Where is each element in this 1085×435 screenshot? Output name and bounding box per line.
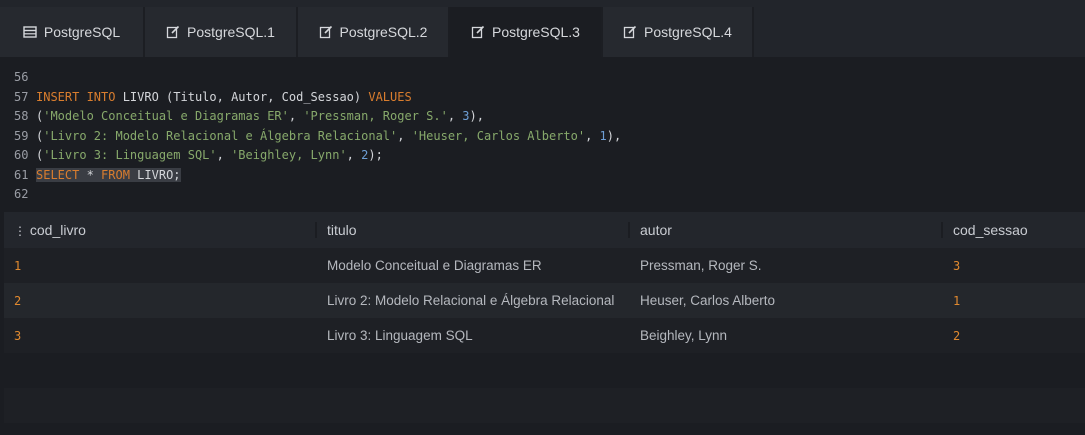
code-token-num: 3 <box>462 109 470 123</box>
cell-titulo: Livro 2: Modelo Relacional e Álgebra Rel… <box>327 293 615 308</box>
code-token-kw: FROM <box>101 167 130 182</box>
code-token-str: 'Modelo Conceitual e Diagramas ER' <box>43 109 289 123</box>
code-token-plain: , <box>397 128 412 143</box>
code-line-57[interactable]: 57 INSERT INTO LIVRO (Titulo, Autor, Cod_… <box>14 88 412 107</box>
cell-autor: Pressman, Roger S. <box>640 258 762 273</box>
tab-label: PostgreSQL.2 <box>339 24 428 40</box>
table-row[interactable]: 2 Livro 2: Modelo Relacional e Álgebra R… <box>4 283 1085 318</box>
tab-postgresql-4[interactable]: PostgreSQL.4 <box>603 7 754 57</box>
cell-autor: Heuser, Carlos Alberto <box>640 293 776 308</box>
cell-titulo: Modelo Conceitual e Diagramas ER <box>327 258 542 273</box>
code-token-plain: , <box>447 109 463 123</box>
tab-postgresql-1[interactable]: PostgreSQL.1 <box>145 7 298 57</box>
code-text: INSERT INTO LIVRO (Titulo, Autor, Cod_Se… <box>36 90 412 104</box>
code-line-61[interactable]: 61 SELECT * FROM LIVRO; <box>14 166 181 185</box>
code-token-kw: SELECT <box>36 167 80 182</box>
line-number: 62 <box>14 187 29 200</box>
tab-bar: PostgreSQL PostgreSQL.1 PostgreSQL.2 Pos… <box>0 0 1085 58</box>
column-header-autor[interactable]: autor <box>630 222 943 238</box>
results-grid: ⋮ cod_livro titulo autor cod_sessao 1 Mo… <box>4 212 1085 353</box>
line-number: 57 <box>14 89 29 104</box>
cell-cod-sessao: 1 <box>953 293 961 308</box>
edit-icon <box>471 25 485 39</box>
cell-cod-livro: 2 <box>14 293 22 308</box>
code-token-plain: LIVRO; <box>129 167 181 182</box>
code-token-plain: , <box>346 148 362 162</box>
code-token-kw: VALUES <box>368 89 412 104</box>
code-token-plain: , <box>216 148 232 162</box>
code-token-str: 'Livro 3: Linguagem SQL' <box>43 148 217 162</box>
code-line-59[interactable]: 59 ('Livro 2: Modelo Relacional e Álgebra… <box>14 127 621 146</box>
sql-editor[interactable]: 56 57 INSERT INTO LIVRO (Titulo, Autor, Co… <box>0 58 1085 200</box>
code-token-plain: * <box>79 167 102 182</box>
line-number: 59 <box>14 128 29 143</box>
code-text: ('Livro 3: Linguagem SQL', 'Beighley, Ly… <box>36 148 383 162</box>
empty-results-area <box>4 388 1085 423</box>
code-token-plain: ); <box>368 148 383 162</box>
column-header-titulo[interactable]: titulo <box>317 222 630 238</box>
cell-cod-livro: 3 <box>14 328 22 343</box>
cell-cod-livro: 1 <box>14 258 22 273</box>
code-token-plain: ), <box>469 109 484 123</box>
code-line-60[interactable]: 60 ('Livro 3: Linguagem SQL', 'Beighley, … <box>14 146 383 165</box>
tab-label: PostgreSQL.4 <box>644 24 732 40</box>
code-token-str: 'Pressman, Roger S.' <box>303 109 448 123</box>
code-text: ('Livro 2: Modelo Relacional e Álgebra R… <box>36 129 621 143</box>
code-token-plain: LIVRO (Titulo, Autor, Cod_Sessao) <box>115 89 369 104</box>
cell-titulo: Livro 3: Linguagem SQL <box>327 328 473 343</box>
line-number: 56 <box>14 70 29 84</box>
edit-icon <box>166 25 180 39</box>
code-line-62[interactable]: 62 <box>14 185 36 200</box>
line-number: 58 <box>14 109 29 123</box>
tab-label: PostgreSQL.1 <box>187 24 275 40</box>
cell-cod-sessao: 2 <box>953 328 961 343</box>
code-text: SELECT * FROM LIVRO; <box>36 167 181 182</box>
sort-icon[interactable]: ⋮ <box>14 224 26 238</box>
code-line-58[interactable]: 58 ('Modelo Conceitual e Diagramas ER', '… <box>14 107 484 126</box>
code-token-str: 'Livro 2: Modelo Relacional e Álgebra Re… <box>43 128 398 143</box>
code-token-str: 'Beighley, Lynn' <box>231 148 347 162</box>
code-token-plain: , <box>288 109 304 123</box>
tab-bar-filler <box>754 0 1085 57</box>
table-row[interactable]: 1 Modelo Conceitual e Diagramas ER Press… <box>4 248 1085 283</box>
cell-autor: Beighley, Lynn <box>640 328 728 343</box>
tab-label: PostgreSQL <box>43 24 121 40</box>
tab-postgresql[interactable]: PostgreSQL <box>0 7 145 57</box>
tab-postgresql-2[interactable]: PostgreSQL.2 <box>298 7 450 57</box>
code-token-num: 1 <box>599 128 607 143</box>
tab-label: PostgreSQL.3 <box>492 24 580 40</box>
cell-cod-sessao: 3 <box>953 258 961 273</box>
code-token-str: 'Heuser, Carlos Alberto' <box>411 128 586 143</box>
code-text: ('Modelo Conceitual e Diagramas ER', 'Pr… <box>36 109 484 123</box>
code-token-plain: , <box>585 128 600 143</box>
column-header-cod-livro[interactable]: ⋮ cod_livro <box>4 222 317 238</box>
code-token-plain: ), <box>606 128 622 143</box>
edit-icon <box>623 25 637 39</box>
table-row[interactable]: 3 Livro 3: Linguagem SQL Beighley, Lynn … <box>4 318 1085 353</box>
results-header: ⋮ cod_livro titulo autor cod_sessao <box>4 212 1085 248</box>
line-number: 60 <box>14 148 29 162</box>
tab-postgresql-3[interactable]: PostgreSQL.3 <box>450 7 603 57</box>
code-token-kw: INSERT INTO <box>36 89 116 104</box>
table-icon <box>23 26 37 38</box>
code-line-56[interactable]: 56 <box>14 68 36 87</box>
column-header-cod-sessao[interactable]: cod_sessao <box>943 222 1085 238</box>
line-number: 61 <box>14 167 29 182</box>
edit-icon <box>319 25 332 39</box>
